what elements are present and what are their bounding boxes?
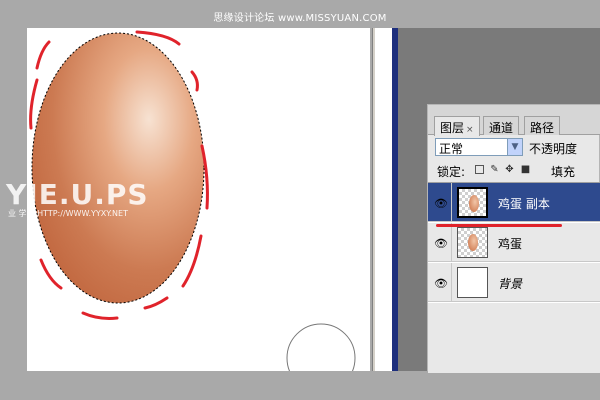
layers-panel: 图层 × 通道 路径 正常 ▼ 不透明度 锁定: ✎ ✥ ■ 填充 👁 鸡蛋 副本… bbox=[427, 104, 600, 373]
egg-shape bbox=[32, 33, 204, 303]
tab-layers[interactable]: 图层 × bbox=[434, 116, 480, 136]
fill-label: 填充 bbox=[551, 165, 576, 179]
tab-close-icon[interactable]: × bbox=[466, 125, 474, 135]
layer-name: 鸡蛋 副本 bbox=[498, 197, 550, 211]
eye-icon[interactable]: 👁 bbox=[434, 277, 448, 290]
layer-list: 👁 鸡蛋 副本 👁 鸡蛋 👁 背景 bbox=[428, 182, 600, 373]
eye-icon[interactable]: 👁 bbox=[434, 237, 448, 250]
red-underline-annotation bbox=[436, 224, 562, 227]
visibility-toggle[interactable]: 👁 bbox=[428, 183, 452, 222]
opacity-label: 不透明度 bbox=[529, 142, 578, 156]
visibility-toggle[interactable]: 👁 bbox=[428, 223, 452, 262]
layer-row-egg[interactable]: 👁 鸡蛋 bbox=[428, 223, 600, 262]
layer-thumbnail bbox=[457, 227, 488, 258]
watermark-subtitle: 业 学院 HTTP://WWW.YYXY.NET bbox=[8, 209, 128, 218]
brush-cursor-icon bbox=[286, 323, 356, 371]
red-annotation-left-top bbox=[35, 40, 51, 70]
banner-text: 思缘设计论坛 www.MISSYUAN.COM bbox=[213, 13, 387, 24]
panel-titlebar[interactable] bbox=[428, 105, 600, 113]
layer-row-egg-copy[interactable]: 👁 鸡蛋 副本 bbox=[428, 183, 600, 222]
tab-layers-label: 图层 bbox=[440, 121, 465, 135]
bottom-strip bbox=[0, 371, 600, 400]
move-icon[interactable]: ✥ bbox=[504, 164, 515, 175]
blend-row: 正常 ▼ 不透明度 bbox=[428, 135, 600, 159]
layer-name: 背景 bbox=[498, 277, 523, 291]
layer-row-background[interactable]: 👁 背景 bbox=[428, 263, 600, 302]
watermark-title: YIE.U.PS bbox=[6, 178, 149, 211]
watermark: YIE.U.PS 业 学院 HTTP://WWW.YYXY.NET bbox=[6, 178, 206, 228]
lock-label: 锁定: bbox=[437, 165, 466, 179]
blend-mode-select[interactable]: 正常 ▼ bbox=[435, 138, 523, 156]
tab-channels[interactable]: 通道 bbox=[483, 116, 520, 135]
visibility-toggle[interactable]: 👁 bbox=[428, 263, 452, 302]
blend-mode-value: 正常 bbox=[439, 142, 464, 156]
lock-icon[interactable]: ■ bbox=[520, 164, 531, 175]
tab-paths-label: 路径 bbox=[530, 121, 555, 135]
tab-paths[interactable]: 路径 bbox=[524, 116, 561, 135]
egg-thumbnail-icon bbox=[469, 195, 479, 212]
red-annotation-bottom bbox=[81, 311, 119, 320]
layer-thumbnail bbox=[457, 267, 488, 298]
layer-thumbnail bbox=[457, 187, 488, 218]
dropdown-arrow-icon[interactable]: ▼ bbox=[507, 139, 522, 155]
lock-transparent-icon[interactable] bbox=[475, 165, 484, 174]
layer-list-empty-area bbox=[428, 303, 600, 373]
red-annotation-left bbox=[29, 78, 39, 130]
layer-name: 鸡蛋 bbox=[498, 237, 523, 251]
panel-tab-row: 图层 × 通道 路径 bbox=[428, 113, 600, 136]
canvas-gap bbox=[376, 28, 392, 371]
tab-channels-label: 通道 bbox=[489, 121, 514, 135]
red-annotation-bottom-right bbox=[143, 296, 169, 310]
eye-icon[interactable]: 👁 bbox=[434, 197, 448, 210]
top-banner: 思缘设计论坛 www.MISSYUAN.COM bbox=[0, 0, 600, 30]
egg-thumbnail-icon bbox=[468, 234, 478, 251]
red-annotation-right-top bbox=[190, 70, 199, 92]
brush-icon[interactable]: ✎ bbox=[489, 164, 500, 175]
lock-row: 锁定: ✎ ✥ ■ 填充 bbox=[428, 159, 600, 181]
